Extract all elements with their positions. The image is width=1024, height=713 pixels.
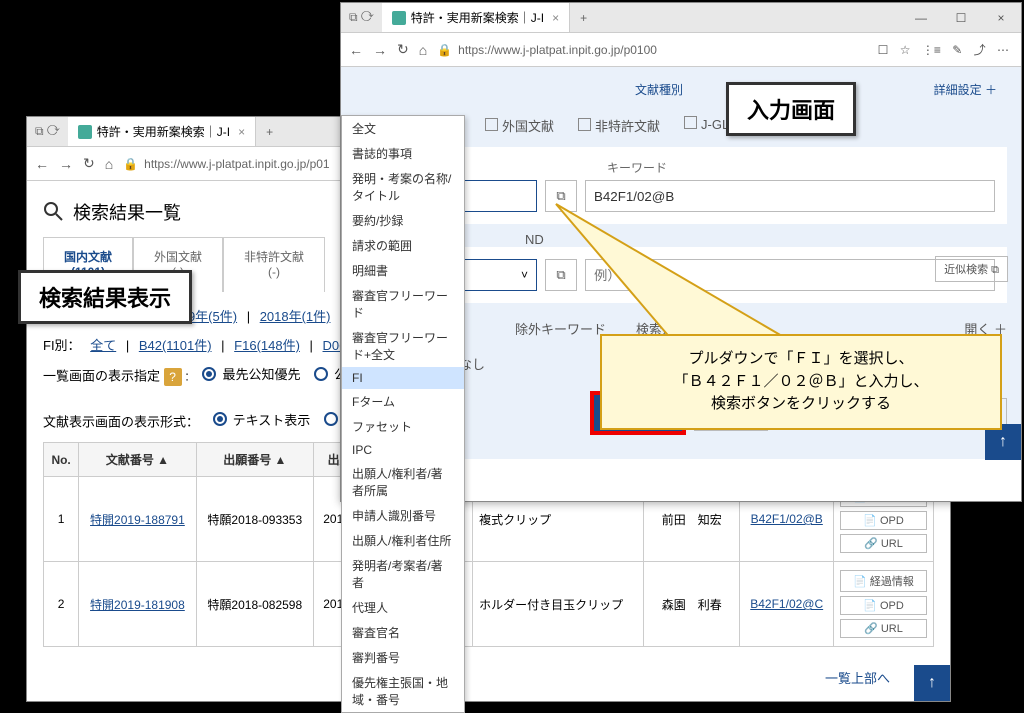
help-icon[interactable]: ? xyxy=(164,368,182,386)
chk-foreign[interactable]: 外国文献 xyxy=(485,116,554,135)
favicon-icon xyxy=(78,125,92,139)
forward-icon[interactable]: → xyxy=(59,156,73,172)
dd-item[interactable]: 書誌的事項 xyxy=(342,141,464,166)
search-top-row: 文献種別 詳細設定 ＋ xyxy=(355,67,1007,112)
close-button[interactable]: × xyxy=(981,5,1021,31)
reload-icon[interactable]: ↻ xyxy=(83,155,95,172)
new-tab-button[interactable]: + xyxy=(570,7,597,29)
table-row: 2 特開2019-181908 特願2018-082598 2018/04/05… xyxy=(44,562,934,647)
back-to-top-link[interactable]: 一覧上部へ xyxy=(825,668,890,687)
chk-nonpatent[interactable]: 非特許文献 xyxy=(578,116,660,135)
dd-item[interactable]: 発明・考案の名称/タイトル xyxy=(342,166,464,208)
back-icon[interactable]: ← xyxy=(35,156,49,172)
dd-item[interactable]: 審判番号 xyxy=(342,645,464,670)
window-controls: — ☐ × xyxy=(901,5,1021,31)
dd-item[interactable]: 審査官フリーワード+全文 xyxy=(342,325,464,367)
fi-1[interactable]: F16(148件) xyxy=(234,338,300,353)
new-tab-button[interactable]: + xyxy=(256,121,283,143)
back-icon[interactable]: ← xyxy=(349,42,363,58)
favlist-icon[interactable]: ⋮≡ xyxy=(922,43,941,57)
fi-link[interactable]: B42F1/02@C xyxy=(750,597,823,611)
annotation-input: 入力画面 xyxy=(726,82,856,136)
progress-button[interactable]: 📄 経過情報 xyxy=(840,570,927,592)
url-button[interactable]: 🔗 URL xyxy=(840,619,927,638)
home-icon[interactable]: ⌂ xyxy=(105,156,113,172)
instruction-callout: プルダウンで「ＦＩ」を選択し、 「Ｂ４２Ｆ１／０２＠Ｂ」と入力し、 検索ボタンを… xyxy=(600,334,1002,430)
home-icon[interactable]: ⌂ xyxy=(419,42,427,58)
th-appno[interactable]: 出願番号 ▲ xyxy=(196,443,313,477)
close-tab-icon[interactable]: × xyxy=(552,11,559,25)
docno-link[interactable]: 特開2019-181908 xyxy=(90,598,185,612)
search-list-icon xyxy=(43,201,65,223)
tab-title: 特許・実用新案検索｜J-I xyxy=(411,9,544,26)
note-icon[interactable]: ✎ xyxy=(952,43,962,57)
opd-button[interactable]: 📄 OPD xyxy=(840,596,927,615)
dd-item[interactable]: 出願人/権利者/著者所属 xyxy=(342,461,464,503)
bookmark-icon[interactable]: ☐ xyxy=(878,43,889,57)
dd-item[interactable]: 優先権主張国・地域・番号 xyxy=(342,670,464,712)
sort-latest-radio[interactable]: 最先公知優先 xyxy=(202,364,300,383)
search-item-dropdown[interactable]: 全文 書誌的事項 発明・考案の名称/タイトル 要約/抄録 請求の範囲 明細書 審… xyxy=(341,115,465,713)
url-button[interactable]: 🔗 URL xyxy=(840,534,927,553)
opd-button[interactable]: 📄 OPD xyxy=(840,511,927,530)
dd-item[interactable]: 要約/抄録 xyxy=(342,208,464,233)
dd-item[interactable]: 審査官フリーワード xyxy=(342,283,464,325)
close-tab-icon[interactable]: × xyxy=(238,125,245,139)
fi-all[interactable]: 全て xyxy=(90,338,116,353)
annotation-results: 検索結果表示 xyxy=(18,270,192,324)
dd-item[interactable]: 明細書 xyxy=(342,258,464,283)
browser-tab[interactable]: 特許・実用新案検索｜J-I × xyxy=(382,3,570,32)
tab-nonpatent[interactable]: 非特許文献(-) xyxy=(223,237,325,292)
dd-item[interactable]: ファセット xyxy=(342,414,464,439)
dd-item[interactable]: 発明者/考案者/著者 xyxy=(342,553,464,595)
display-text-radio[interactable]: テキスト表示 xyxy=(213,410,311,429)
address-bar-front: ← → ↻ ⌂ 🔒 https://www.j-platpat.inpit.go… xyxy=(341,33,1021,67)
browser-tab[interactable]: 特許・実用新案検索｜J-I × xyxy=(68,117,256,146)
fi-link[interactable]: B42F1/02@B xyxy=(751,512,823,526)
favicon-icon xyxy=(392,11,406,25)
forward-icon[interactable]: → xyxy=(373,42,387,58)
detail-settings-button[interactable]: 詳細設定 ＋ xyxy=(924,75,1007,104)
url-field[interactable]: 🔒 https://www.j-platpat.inpit.go.jp/p010… xyxy=(437,43,863,57)
titlebar-front: ⧉ ⟳ 特許・実用新案検索｜J-I × + — ☐ × xyxy=(341,3,1021,33)
fi-0[interactable]: B42(1101件) xyxy=(139,338,212,353)
dd-item[interactable]: 全文 xyxy=(342,116,464,141)
filter-year-1[interactable]: 2018年(1件) xyxy=(260,309,331,324)
menu-icon[interactable]: ⋯ xyxy=(997,43,1009,57)
win-icon: ⧉ ⟳ xyxy=(341,10,382,25)
maximize-button[interactable]: ☐ xyxy=(941,5,981,31)
minimize-button[interactable]: — xyxy=(901,5,941,31)
dd-item-fi[interactable]: FI xyxy=(342,367,464,389)
approx-search-button[interactable]: 近似検索 ⧉ xyxy=(935,256,1008,282)
docno-link[interactable]: 特開2019-188791 xyxy=(90,513,185,527)
addrbar-actions: ☐ ☆ ⋮≡ ✎ ⤴ ⋯ xyxy=(874,41,1013,58)
doctype-link[interactable]: 文献種別 xyxy=(635,81,683,98)
star-icon[interactable]: ☆ xyxy=(900,43,911,57)
share-icon[interactable]: ⤴ xyxy=(974,43,986,57)
callout-arrow xyxy=(552,200,802,350)
dd-item[interactable]: 申請人識別番号 xyxy=(342,503,464,528)
win-icon: ⧉ ⟳ xyxy=(27,124,68,139)
dd-item[interactable]: Fターム xyxy=(342,389,464,414)
dd-item[interactable]: 請求の範囲 xyxy=(342,233,464,258)
scroll-top-button[interactable]: ↑ xyxy=(914,665,950,701)
reload-icon[interactable]: ↻ xyxy=(397,41,409,58)
dd-item[interactable]: 代理人 xyxy=(342,595,464,620)
dd-item[interactable]: IPC xyxy=(342,439,464,461)
th-docno[interactable]: 文献番号 ▲ xyxy=(79,443,196,477)
dd-item[interactable]: 出願人/権利者住所 xyxy=(342,528,464,553)
keyword-label: キーワード xyxy=(607,159,995,176)
dd-item[interactable]: 審査官名 xyxy=(342,620,464,645)
tab-title: 特許・実用新案検索｜J-I xyxy=(97,123,230,140)
th-no[interactable]: No. xyxy=(44,443,79,477)
